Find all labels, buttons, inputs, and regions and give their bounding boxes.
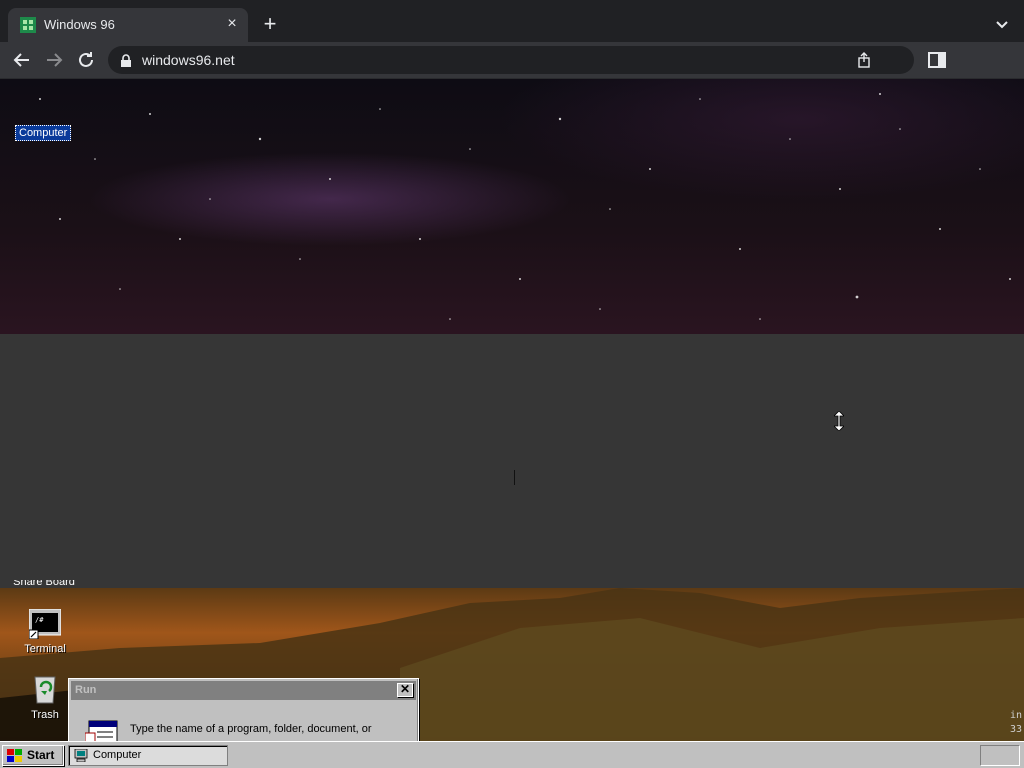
lock-icon xyxy=(121,54,131,67)
reload-icon[interactable] xyxy=(74,48,98,72)
forward-arrow-icon[interactable] xyxy=(42,48,66,72)
gray-overlay-band xyxy=(0,334,1024,588)
trash-icon xyxy=(34,676,56,704)
taskbar-item-computer[interactable]: Computer xyxy=(68,745,228,766)
windows96-favicon-icon xyxy=(20,17,36,33)
run-dialog-prompt: Type the name of a program, folder, docu… xyxy=(130,723,372,735)
browser-toolbar: windows96.net xyxy=(0,42,1024,79)
url-text: windows96.net xyxy=(142,52,235,68)
tab-windows96[interactable]: Windows 96 × xyxy=(8,8,248,42)
terminal-label: Terminal xyxy=(24,643,66,655)
back-arrow-icon[interactable] xyxy=(10,48,34,72)
run-dialog-titlebar[interactable]: Run ✕ xyxy=(71,681,416,700)
taskbar-item-label: Computer xyxy=(93,749,142,761)
taskbar: Start Computer xyxy=(0,741,1024,768)
desktop-icon-terminal[interactable]: /# Terminal xyxy=(10,609,80,655)
side-text-line: in xyxy=(1010,710,1023,721)
system-tray xyxy=(980,745,1020,766)
start-button[interactable]: Start xyxy=(2,745,64,766)
share-icon[interactable] xyxy=(856,52,872,68)
svg-text:/#: /# xyxy=(35,616,44,624)
tab-title: Windows 96 xyxy=(44,17,115,32)
side-text: in 33 xyxy=(1010,709,1024,737)
page-viewport: Computer Share Board /# Terminal Trash R… xyxy=(0,79,1024,768)
start-label: Start xyxy=(27,748,55,762)
run-dialog-title: Run xyxy=(75,684,97,696)
stars-decoration xyxy=(39,93,1011,320)
resize-cursor-icon xyxy=(834,411,844,431)
new-tab-button[interactable]: + xyxy=(258,13,282,37)
tab-close-button[interactable]: × xyxy=(222,14,242,34)
run-dialog-close-button[interactable]: ✕ xyxy=(397,683,413,697)
text-caret xyxy=(514,470,515,485)
desktop-icon-share-board-label[interactable]: Share Board xyxy=(4,580,84,590)
computer-icon xyxy=(74,749,88,762)
windows-logo-icon xyxy=(7,749,22,762)
browser-tab-strip: Windows 96 × + xyxy=(0,0,1024,42)
desktop-icon-computer-label[interactable]: Computer xyxy=(15,125,72,141)
side-text-line: 33 xyxy=(1010,724,1023,735)
terminal-icon: /# xyxy=(29,609,61,639)
address-bar[interactable]: windows96.net xyxy=(108,46,914,74)
chevron-down-icon[interactable] xyxy=(992,14,1012,34)
side-panel-icon[interactable] xyxy=(928,51,946,69)
